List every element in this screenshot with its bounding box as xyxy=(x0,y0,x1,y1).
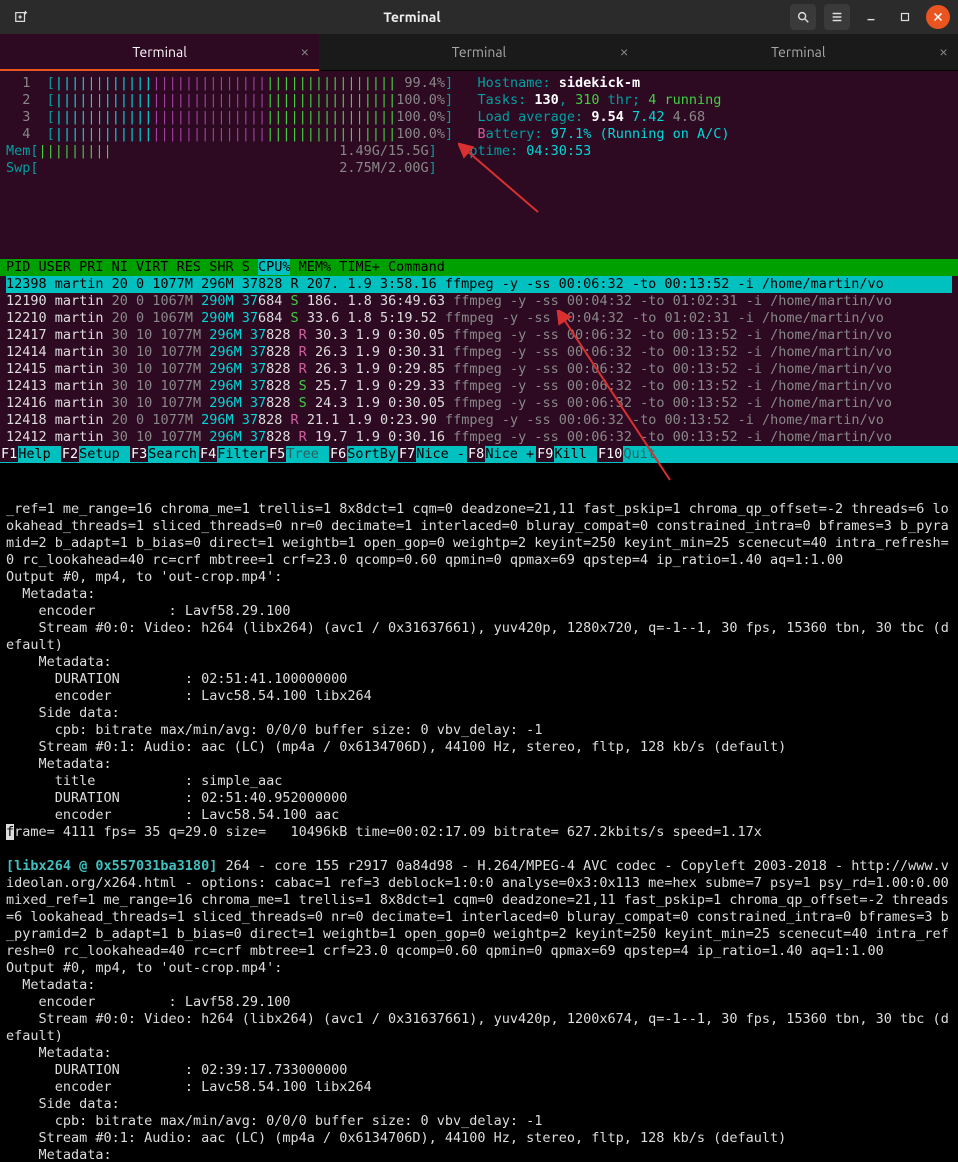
fkey-label: Kill xyxy=(554,446,597,462)
process-row[interactable]: 12416 martin 30 10 1077M 296M 37828 S 24… xyxy=(6,395,952,412)
ffmpeg-output: _ref=1 me_range=16 chroma_me=1 trellis=1… xyxy=(0,463,958,1162)
titlebar: Terminal xyxy=(0,0,958,34)
tab-label: Terminal xyxy=(452,44,507,60)
htop-fkeys[interactable]: F1Help F2Setup F3SearchF4FilterF5Tree F6… xyxy=(0,446,958,463)
process-row[interactable]: 12417 martin 30 10 1077M 296M 37828 R 30… xyxy=(6,327,952,344)
fkey-label: SortBy xyxy=(347,446,398,462)
tab-close-icon[interactable]: × xyxy=(939,43,948,61)
frame-line-1: rame= 4111 fps= 35 q=29.0 size= 10496kB … xyxy=(14,824,762,840)
window-title: Terminal xyxy=(383,9,440,25)
fkey-label: Quit xyxy=(623,446,658,462)
fkey-label: Search xyxy=(148,446,199,462)
search-icon[interactable] xyxy=(790,4,816,30)
fkey-F3[interactable]: F3 xyxy=(130,446,148,462)
fkey-F1[interactable]: F1 xyxy=(0,446,18,462)
close-icon[interactable] xyxy=(926,5,950,29)
fkey-F7[interactable]: F7 xyxy=(398,446,416,462)
fkey-F9[interactable]: F9 xyxy=(536,446,554,462)
process-row[interactable]: 12210 martin 20 0 1067M 290M 37684 S 33.… xyxy=(6,310,952,327)
maximize-icon[interactable] xyxy=(892,4,918,30)
output-block-2: 264 - core 155 r2917 0a84d98 - H.264/MPE… xyxy=(6,858,957,1162)
tab-close-icon[interactable]: × xyxy=(300,43,309,61)
tab-label: Terminal xyxy=(132,44,187,60)
process-row[interactable]: 12418 martin 20 0 1077M 296M 37828 R 21.… xyxy=(6,412,952,429)
tab-terminal-3[interactable]: Terminal × xyxy=(639,34,958,70)
minimize-icon[interactable] xyxy=(858,4,884,30)
process-row-selected[interactable]: 12398 martin 20 0 1077M 296M 37828 R 207… xyxy=(6,276,952,293)
htop-columns[interactable]: PID USER PRI NI VIRT RES SHR S CPU% MEM%… xyxy=(0,259,958,276)
process-row[interactable]: 12190 martin 20 0 1067M 290M 37684 S 186… xyxy=(6,293,952,310)
process-row[interactable]: 12415 martin 30 10 1077M 296M 37828 R 26… xyxy=(6,361,952,378)
htop-meters: 1 [|||||||||||||||||||||||||||||||||||||… xyxy=(0,71,958,259)
fkey-label: Setup xyxy=(79,446,130,462)
process-row[interactable]: 12414 martin 30 10 1077M 296M 37828 R 26… xyxy=(6,344,952,361)
tab-label: Terminal xyxy=(771,44,826,60)
fkey-F4[interactable]: F4 xyxy=(199,446,217,462)
menu-icon[interactable] xyxy=(824,4,850,30)
process-row[interactable]: 12413 martin 30 10 1077M 296M 37828 S 25… xyxy=(6,378,952,395)
cursor: f xyxy=(6,824,14,840)
process-row[interactable]: 12412 martin 30 10 1077M 296M 37828 R 19… xyxy=(6,429,952,446)
fkey-label: Nice + xyxy=(485,446,536,462)
fkey-F8[interactable]: F8 xyxy=(467,446,485,462)
tab-close-icon[interactable]: × xyxy=(620,43,629,61)
fkey-label: Nice - xyxy=(416,446,467,462)
fkey-F2[interactable]: F2 xyxy=(61,446,79,462)
fkey-F10[interactable]: F10 xyxy=(597,446,623,462)
fkey-F5[interactable]: F5 xyxy=(268,446,286,462)
htop-process-list[interactable]: 12398 martin 20 0 1077M 296M 37828 R 207… xyxy=(0,276,958,446)
fkey-label: Help xyxy=(18,446,61,462)
fkey-label: Filter xyxy=(217,446,268,462)
new-tab-icon[interactable] xyxy=(8,4,34,30)
libx264-tag: [libx264 @ 0x557031ba3180] xyxy=(6,858,217,874)
fkey-F6[interactable]: F6 xyxy=(329,446,347,462)
tab-terminal-1[interactable]: Terminal × xyxy=(0,34,319,70)
tab-terminal-2[interactable]: Terminal × xyxy=(319,34,638,70)
tab-row: Terminal × Terminal × Terminal × xyxy=(0,34,958,71)
output-block-1: _ref=1 me_range=16 chroma_me=1 trellis=1… xyxy=(6,501,949,823)
fkey-label: Tree xyxy=(286,446,329,462)
